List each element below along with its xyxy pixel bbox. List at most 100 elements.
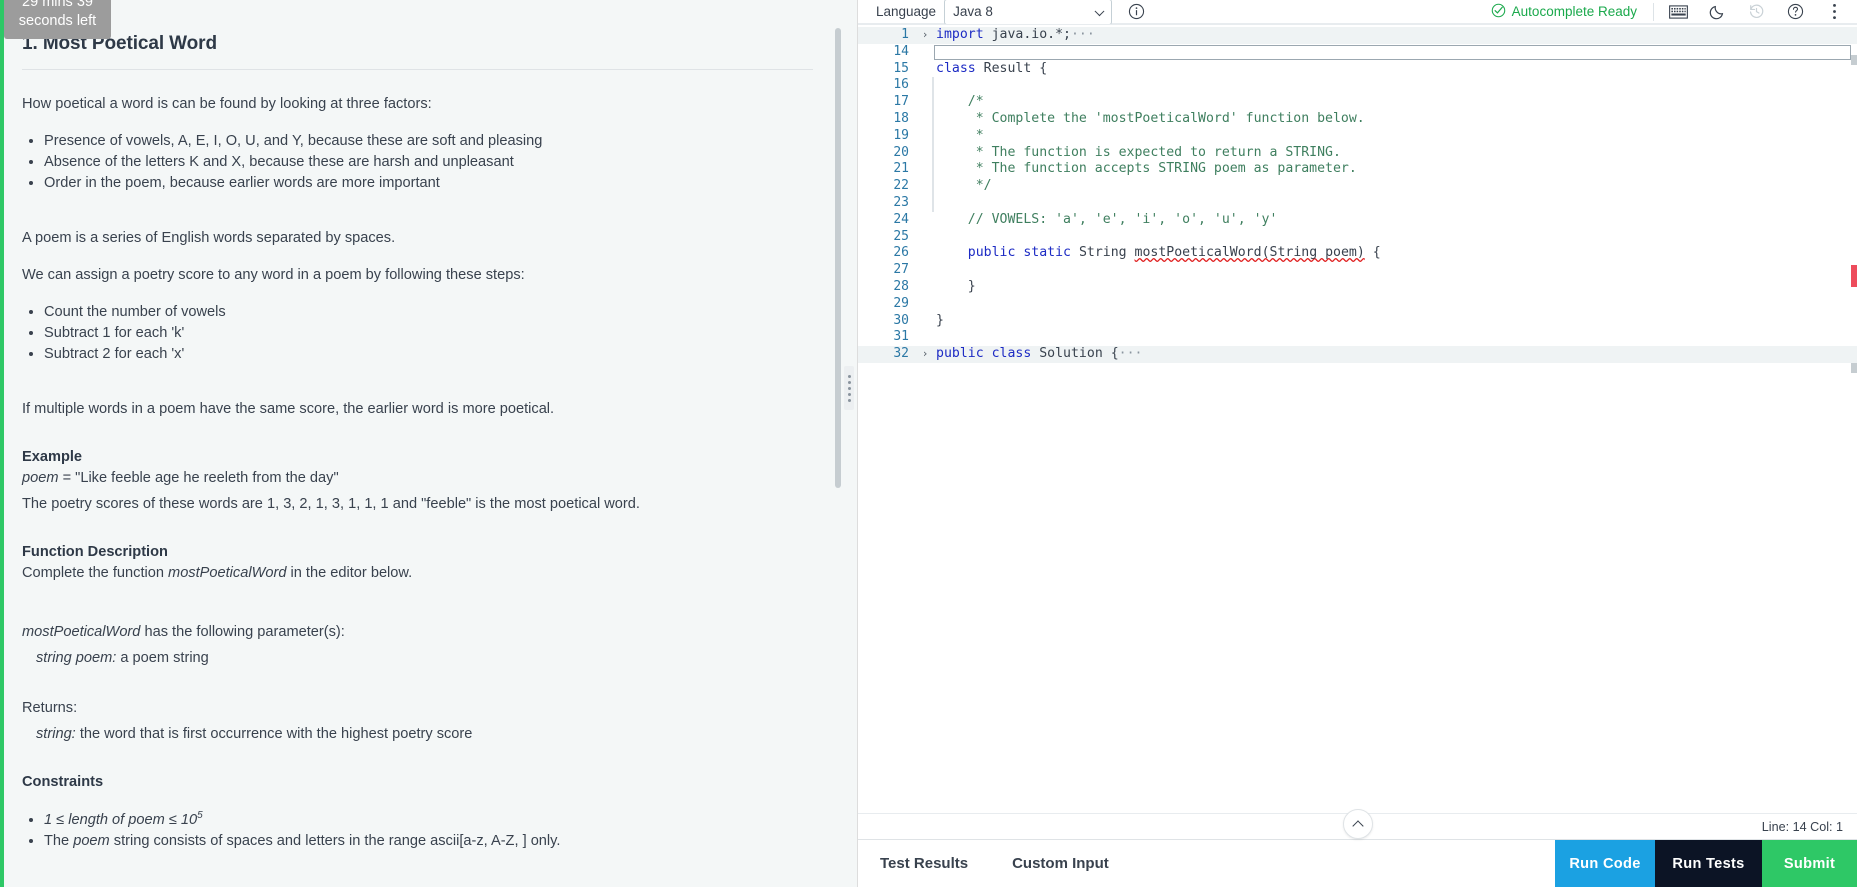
info-circle-icon[interactable] [1126, 2, 1146, 22]
language-selected-value: Java 8 [953, 4, 993, 19]
line-number: 17 [893, 94, 909, 110]
code-line[interactable]: 24 // VOWELS: 'a', 'e', 'i', 'o', 'u', '… [858, 212, 1857, 229]
code-line[interactable]: 14 [858, 44, 1857, 61]
chevron-up-icon [1351, 819, 1364, 832]
problem-intro: How poetical a word is can be found by l… [22, 96, 432, 112]
example-poem-rest: = "Like feeble age he reeleth from the d… [58, 470, 339, 486]
code-token: { [1364, 245, 1381, 261]
run-tests-button[interactable]: Run Tests [1655, 840, 1762, 887]
reset-code-icon[interactable] [1746, 2, 1766, 22]
code-text: * The function accepts STRING poem as pa… [934, 161, 1357, 178]
code-line[interactable]: 26 public static String mostPoeticalWord… [858, 245, 1857, 262]
active-line-cursor-box[interactable] [934, 44, 1851, 60]
toolbar-divider [1653, 2, 1654, 21]
code-line[interactable]: 31 [858, 329, 1857, 346]
editor-bottom-bar: Test Results Custom Input Run Code Run T… [858, 839, 1857, 887]
help-icon[interactable] [1785, 2, 1805, 22]
dark-mode-icon[interactable] [1707, 2, 1727, 22]
params-rest: has the following parameter(s): [140, 624, 345, 640]
code-token: import [936, 27, 984, 42]
code-text: * Complete the 'mostPoeticalWord' functi… [934, 111, 1365, 128]
fd-name: mostPoeticalWord [168, 565, 287, 581]
fd-pre: Complete the function [22, 565, 169, 581]
constraint-2-em: poem [73, 832, 110, 849]
line-number: 30 [893, 312, 909, 328]
code-line[interactable]: 15 class Result { [858, 61, 1857, 78]
constraints-list: 1 ≤ length of poem ≤ 105 The poem string… [22, 806, 817, 851]
code-line[interactable]: 18 * Complete the 'mostPoeticalWord' fun… [858, 110, 1857, 128]
code-line[interactable]: 27 [858, 262, 1857, 279]
cursor-position: Line: 14 Col: 1 [1761, 819, 1843, 834]
list-item: Count the number of vowels [44, 302, 817, 322]
code-token: } [936, 278, 976, 294]
line-number: 29 [893, 295, 909, 311]
keyboard-shortcuts-icon[interactable] [1668, 2, 1688, 22]
code-line[interactable]: 16 [858, 77, 1857, 95]
tab-custom-input[interactable]: Custom Input [1012, 840, 1131, 887]
gutter-separator [932, 25, 933, 813]
code-token: * [936, 127, 984, 143]
autocomplete-check-icon [1491, 3, 1506, 21]
code-editor[interactable]: 1 › import java.io.*;··· 14 15 class Result {… [858, 24, 1857, 813]
code-lines-container[interactable]: 1 › import java.io.*;··· 14 15 class Result {… [858, 25, 1857, 363]
panel-resize-handle[interactable] [844, 366, 854, 410]
line-number: 1 [901, 27, 909, 42]
tab-test-results[interactable]: Test Results [880, 840, 990, 887]
submit-button[interactable]: Submit [1762, 840, 1857, 887]
param-name: string poem: [36, 650, 117, 666]
returns-type: string: [36, 726, 76, 742]
constraint-1-exponent: 5 [197, 810, 203, 821]
line-number: 31 [893, 329, 909, 345]
action-buttons: Run Code Run Tests Submit [1555, 840, 1857, 887]
line-number: 18 [893, 110, 909, 126]
code-token: * Complete the 'mostPoeticalWord' functi… [936, 110, 1365, 126]
language-select[interactable]: Java 8 [944, 0, 1113, 25]
line-number: 14 [893, 43, 909, 59]
error-marker[interactable] [1851, 265, 1857, 287]
scoring-intro: We can assign a poetry score to any word… [22, 267, 525, 283]
code-line[interactable]: 22 */ [858, 178, 1857, 195]
code-line[interactable]: 29 [858, 296, 1857, 313]
code-line[interactable]: 17 /* [858, 94, 1857, 111]
handle-dot [847, 386, 851, 390]
code-text: import java.io.*;··· [934, 27, 1095, 44]
editor-scrollbar-thumb-lower[interactable] [1851, 363, 1857, 373]
console-collapse-toggle[interactable] [1342, 809, 1373, 839]
fold-arrow-icon[interactable]: › [918, 346, 932, 363]
code-line[interactable]: 32 › public class Solution {··· [858, 346, 1857, 363]
title-divider [22, 69, 813, 70]
example-poem: poem = "Like feeble age he reeleth from … [22, 468, 817, 488]
code-line[interactable]: 28 } [858, 279, 1857, 296]
line-number: 19 [893, 127, 909, 143]
code-line[interactable]: 20 * The function is expected to return … [858, 144, 1857, 162]
line-number: 20 [893, 144, 909, 160]
code-text: public static String mostPoeticalWord(St… [934, 245, 1381, 262]
editor-scrollbar-thumb[interactable] [1851, 55, 1857, 65]
code-token: class [936, 60, 976, 76]
code-line[interactable]: 23 [858, 194, 1857, 212]
handle-dot [847, 398, 851, 402]
code-text: class Result { [934, 61, 1047, 78]
code-line[interactable]: 19 * [858, 127, 1857, 145]
fold-arrow-icon[interactable]: › [918, 27, 932, 44]
run-code-button[interactable]: Run Code [1555, 840, 1655, 887]
problem-panel-scrollbar[interactable] [835, 28, 841, 488]
code-line[interactable]: 21 * The function accepts STRING poem as… [858, 161, 1857, 179]
code-line[interactable]: 25 [858, 229, 1857, 246]
more-options-icon[interactable] [1824, 2, 1844, 22]
constraint-2-post: string consists of spaces and letters in… [109, 832, 561, 849]
code-line[interactable]: 30} [858, 313, 1857, 330]
line-number: 27 [893, 262, 909, 278]
code-token: static [1023, 245, 1071, 261]
page-title: 1. Most Poetical Word [22, 33, 217, 54]
code-token: class [991, 346, 1032, 362]
handle-dot [847, 374, 851, 378]
line-number: 25 [893, 228, 909, 244]
handle-dot [847, 380, 851, 384]
autocomplete-status: Autocomplete Ready [1491, 3, 1637, 21]
code-line[interactable]: 1 › import java.io.*;··· [858, 27, 1857, 44]
list-item: 1 ≤ length of poem ≤ 105 [44, 806, 817, 830]
